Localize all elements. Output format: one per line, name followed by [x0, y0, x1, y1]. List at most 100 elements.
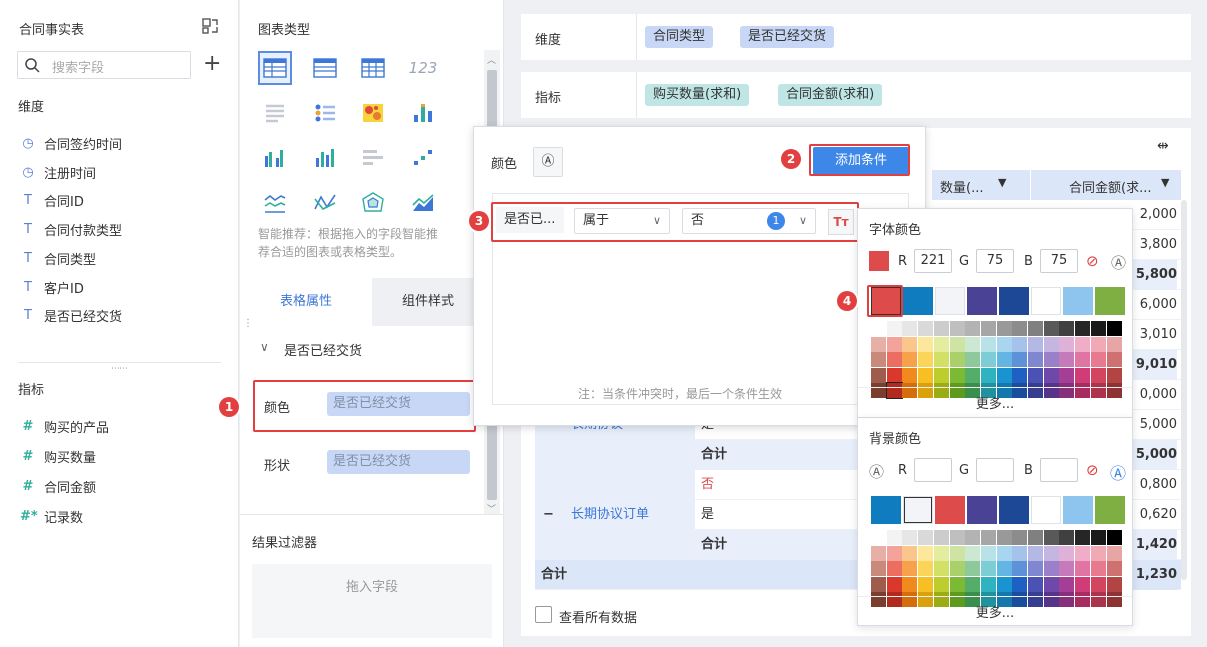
- color-cell[interactable]: [1106, 367, 1122, 383]
- color-cell[interactable]: [1028, 321, 1043, 336]
- color-cell[interactable]: [949, 561, 965, 576]
- color-cell[interactable]: [1043, 352, 1059, 367]
- color-cell[interactable]: [1106, 352, 1122, 367]
- color-swatch[interactable]: [1063, 496, 1093, 524]
- color-cell[interactable]: [1043, 321, 1059, 336]
- color-cell[interactable]: [1106, 530, 1122, 545]
- b-input[interactable]: [1040, 458, 1078, 482]
- color-cell[interactable]: [871, 561, 886, 576]
- color-cell[interactable]: [1075, 576, 1091, 592]
- color-cell[interactable]: [1028, 561, 1043, 576]
- color-cell[interactable]: [1059, 367, 1075, 383]
- color-cell[interactable]: [996, 561, 1012, 576]
- color-cell[interactable]: [886, 530, 902, 545]
- g-input[interactable]: 75: [976, 249, 1014, 273]
- chevron-down-icon[interactable]: ∨: [260, 340, 269, 354]
- color-cell[interactable]: [1075, 352, 1091, 367]
- color-cell[interactable]: [1090, 530, 1106, 545]
- color-swatch[interactable]: [967, 496, 997, 524]
- color-cell[interactable]: [902, 530, 918, 545]
- color-swatch[interactable]: [935, 287, 965, 315]
- color-cell[interactable]: [1012, 336, 1028, 352]
- color-cell[interactable]: [1090, 336, 1106, 352]
- field-item[interactable]: T 是否已经交货: [20, 305, 122, 325]
- color-cell[interactable]: [996, 321, 1012, 336]
- add-field-icon[interactable]: +: [203, 53, 221, 75]
- color-cell[interactable]: [1059, 530, 1075, 545]
- field-item[interactable]: ◷ 注册时间: [20, 162, 96, 182]
- color-cell[interactable]: [933, 561, 949, 576]
- color-cell[interactable]: [965, 336, 981, 352]
- b-input[interactable]: 75: [1040, 249, 1078, 273]
- color-cell[interactable]: [965, 530, 981, 545]
- field-item[interactable]: T 合同类型: [20, 248, 96, 268]
- scatter-icon[interactable]: [406, 141, 440, 175]
- color-cell[interactable]: [918, 545, 934, 561]
- area-chart-icon[interactable]: [406, 186, 440, 220]
- color-cell[interactable]: [902, 561, 918, 576]
- color-cell[interactable]: [965, 352, 981, 367]
- line-chart-icon[interactable]: [258, 186, 292, 220]
- color-cell[interactable]: [996, 576, 1012, 592]
- color-cell[interactable]: [996, 367, 1012, 383]
- color-cell[interactable]: [1043, 336, 1059, 352]
- field-item[interactable]: #* 记录数: [20, 506, 83, 526]
- color-cell[interactable]: [871, 321, 886, 336]
- color-cell[interactable]: [949, 367, 965, 383]
- color-swatch[interactable]: [1031, 496, 1061, 524]
- color-cell[interactable]: [1028, 530, 1043, 545]
- color-cell[interactable]: [1106, 321, 1122, 336]
- color-cell[interactable]: [1075, 367, 1091, 383]
- color-swatch[interactable]: [1095, 287, 1125, 315]
- color-cell[interactable]: [1012, 367, 1028, 383]
- search-input[interactable]: 搜索字段: [52, 57, 104, 76]
- color-cell[interactable]: [965, 561, 981, 576]
- group-label[interactable]: 长期协议订单: [571, 500, 649, 530]
- field-item[interactable]: T 合同ID: [20, 190, 84, 210]
- r-input[interactable]: [914, 458, 952, 482]
- color-cell[interactable]: [980, 576, 996, 592]
- more-colors-link[interactable]: 更多...: [858, 393, 1132, 412]
- color-cell[interactable]: [1075, 530, 1091, 545]
- field-item[interactable]: T 合同付款类型: [20, 219, 122, 239]
- color-cell[interactable]: [949, 545, 965, 561]
- color-cell[interactable]: [918, 576, 934, 592]
- table-header-cell[interactable]: 合同金额(求... ▼: [1031, 170, 1181, 200]
- bar-chart-icon[interactable]: [308, 141, 342, 175]
- color-swatch[interactable]: [903, 287, 933, 315]
- color-cell[interactable]: [949, 576, 965, 592]
- color-cell[interactable]: [871, 336, 886, 352]
- color-cell[interactable]: [1106, 561, 1122, 576]
- sort-dropdown-icon[interactable]: ▼: [998, 176, 1006, 189]
- color-cell[interactable]: [1090, 352, 1106, 367]
- color-cell[interactable]: [996, 545, 1012, 561]
- color-cell[interactable]: [996, 336, 1012, 352]
- color-cell[interactable]: [1059, 352, 1075, 367]
- color-cell[interactable]: [871, 352, 886, 367]
- color-cell[interactable]: [1028, 336, 1043, 352]
- color-cell[interactable]: [980, 561, 996, 576]
- color-cell[interactable]: [918, 336, 934, 352]
- color-cell[interactable]: [949, 352, 965, 367]
- color-cell[interactable]: [1075, 561, 1091, 576]
- color-cell[interactable]: [1043, 561, 1059, 576]
- auto-color-icon[interactable]: Ⓐ: [869, 461, 884, 482]
- color-cell[interactable]: [980, 336, 996, 352]
- g-input[interactable]: [976, 458, 1014, 482]
- color-cell[interactable]: [902, 352, 918, 367]
- color-cell[interactable]: [1106, 576, 1122, 592]
- color-swatch[interactable]: [903, 496, 933, 524]
- field-item[interactable]: ◷ 合同签约时间: [20, 133, 122, 153]
- table-header-cell[interactable]: 数量(... ▼: [932, 170, 1030, 200]
- color-cell[interactable]: [1043, 530, 1059, 545]
- color-cell[interactable]: [980, 321, 996, 336]
- color-cell[interactable]: [1090, 321, 1106, 336]
- color-cell[interactable]: [933, 576, 949, 592]
- resize-handle[interactable]: ⋯⋯: [111, 364, 128, 374]
- color-cell[interactable]: [1043, 545, 1059, 561]
- measure-pill[interactable]: 合同金额(求和): [778, 84, 883, 106]
- color-cell[interactable]: [1059, 545, 1075, 561]
- collapse-icon[interactable]: −: [543, 500, 554, 530]
- field-item[interactable]: # 合同金额: [20, 476, 96, 496]
- color-cell[interactable]: [902, 545, 918, 561]
